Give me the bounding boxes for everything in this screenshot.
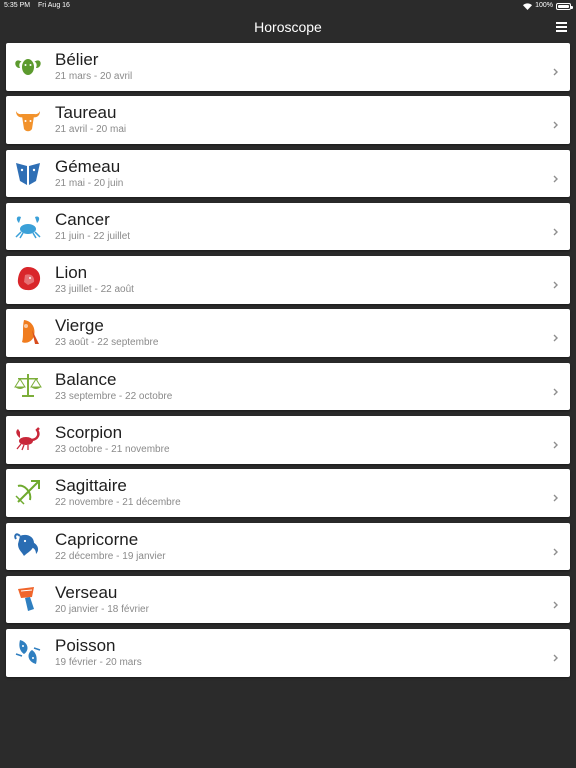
sign-name: Vierge — [55, 316, 104, 336]
chevron-right-icon — [553, 649, 558, 662]
chevron-right-icon — [553, 543, 558, 556]
sign-row-crab[interactable]: Cancer 21 juin - 22 juillet — [6, 202, 570, 251]
chevron-right-icon — [553, 383, 558, 396]
navigation-bar: Horoscope — [0, 12, 576, 42]
bull-icon — [12, 103, 44, 135]
battery-icon — [556, 2, 573, 10]
sign-dates: 22 novembre - 21 décembre — [55, 497, 181, 509]
sign-row-lion[interactable]: Lion 23 juillet - 22 août — [6, 256, 570, 304]
scales-icon — [12, 370, 44, 402]
chevron-right-icon — [553, 329, 558, 342]
chevron-right-icon — [553, 116, 558, 129]
sign-dates: 21 mai - 20 juin — [55, 177, 124, 189]
sign-name: Sagittaire — [55, 476, 127, 496]
sign-dates: 21 avril - 20 mai — [55, 124, 127, 136]
status-bar: 5:35 PM Fri Aug 16 100% — [0, 0, 576, 12]
chevron-right-icon — [553, 276, 558, 289]
ram-icon — [12, 50, 44, 82]
sign-row-water-bearer[interactable]: Verseau 20 janvier - 18 février — [6, 575, 570, 624]
sign-name: Bélier — [55, 50, 99, 69]
sign-name: Scorpion — [55, 423, 123, 443]
sign-row-scorpion[interactable]: Scorpion 23 octobre - 21 novembre — [6, 416, 570, 464]
zodiac-sign-list: Bélier 21 mars - 20 avril Taureau 21 avril … — [6, 43, 570, 683]
sign-dates: 20 janvier - 18 février — [55, 603, 149, 615]
sign-row-bull[interactable]: Taureau 21 avril - 20 mai — [6, 96, 570, 144]
scorpion-icon — [12, 423, 44, 455]
sign-name: Cancer — [55, 209, 110, 229]
sign-dates: 21 mars - 20 avril — [55, 71, 133, 82]
sign-row-scales[interactable]: Balance 23 septembre - 22 octobre — [6, 362, 570, 411]
chevron-right-icon — [553, 223, 558, 236]
sign-name: Balance — [55, 369, 117, 389]
chevron-right-icon — [553, 436, 558, 449]
water-bearer-icon — [12, 583, 44, 615]
sign-row-virgin[interactable]: Vierge 23 août - 22 septembre — [6, 309, 570, 357]
sign-row-fish[interactable]: Poisson 19 février - 20 mars — [6, 629, 570, 677]
status-time: 5:35 PM — [4, 2, 31, 9]
sign-name: Taureau — [55, 103, 117, 123]
status-right: 100% — [523, 0, 573, 12]
sign-name: Lion — [55, 263, 88, 283]
sign-row-archer[interactable]: Sagittaire 22 novembre - 21 décembre — [6, 469, 570, 517]
status-date: Fri Aug 16 — [38, 2, 70, 9]
chevron-right-icon — [553, 170, 558, 183]
chevron-right-icon — [553, 63, 558, 76]
wifi-icon — [523, 2, 533, 10]
sign-dates: 22 décembre - 19 janvier — [55, 550, 166, 562]
sign-row-twins[interactable]: Gémeau 21 mai - 20 juin — [6, 149, 570, 198]
sign-name: Verseau — [55, 582, 118, 602]
chevron-right-icon — [553, 489, 558, 502]
sign-dates: 23 juillet - 22 août — [55, 284, 134, 296]
sign-dates: 23 septembre - 22 octobre — [55, 390, 173, 402]
goat-icon — [12, 530, 44, 562]
sign-dates: 19 février - 20 mars — [55, 657, 142, 669]
archer-icon — [12, 476, 44, 508]
battery-percent: 100% — [535, 2, 553, 9]
status-left: 5:35 PM Fri Aug 16 — [4, 0, 76, 12]
sign-dates: 23 août - 22 septembre — [55, 337, 159, 349]
sign-dates: 23 octobre - 21 novembre — [55, 444, 170, 456]
hamburger-menu-icon[interactable] — [556, 22, 567, 32]
sign-name: Gémeau — [55, 156, 121, 176]
virgin-icon — [12, 316, 44, 348]
crab-icon — [12, 210, 44, 242]
sign-row-ram[interactable]: Bélier 21 mars - 20 avril — [6, 43, 570, 91]
sign-dates: 21 juin - 22 juillet — [55, 230, 131, 242]
sign-row-goat[interactable]: Capricorne 22 décembre - 19 janvier — [6, 522, 570, 571]
sign-name: Poisson — [55, 636, 116, 656]
chevron-right-icon — [553, 596, 558, 609]
fish-icon — [12, 636, 44, 668]
page-title: Horoscope — [254, 19, 322, 35]
twins-icon — [12, 157, 44, 189]
lion-icon — [12, 263, 44, 295]
sign-name: Capricorne — [55, 529, 139, 549]
